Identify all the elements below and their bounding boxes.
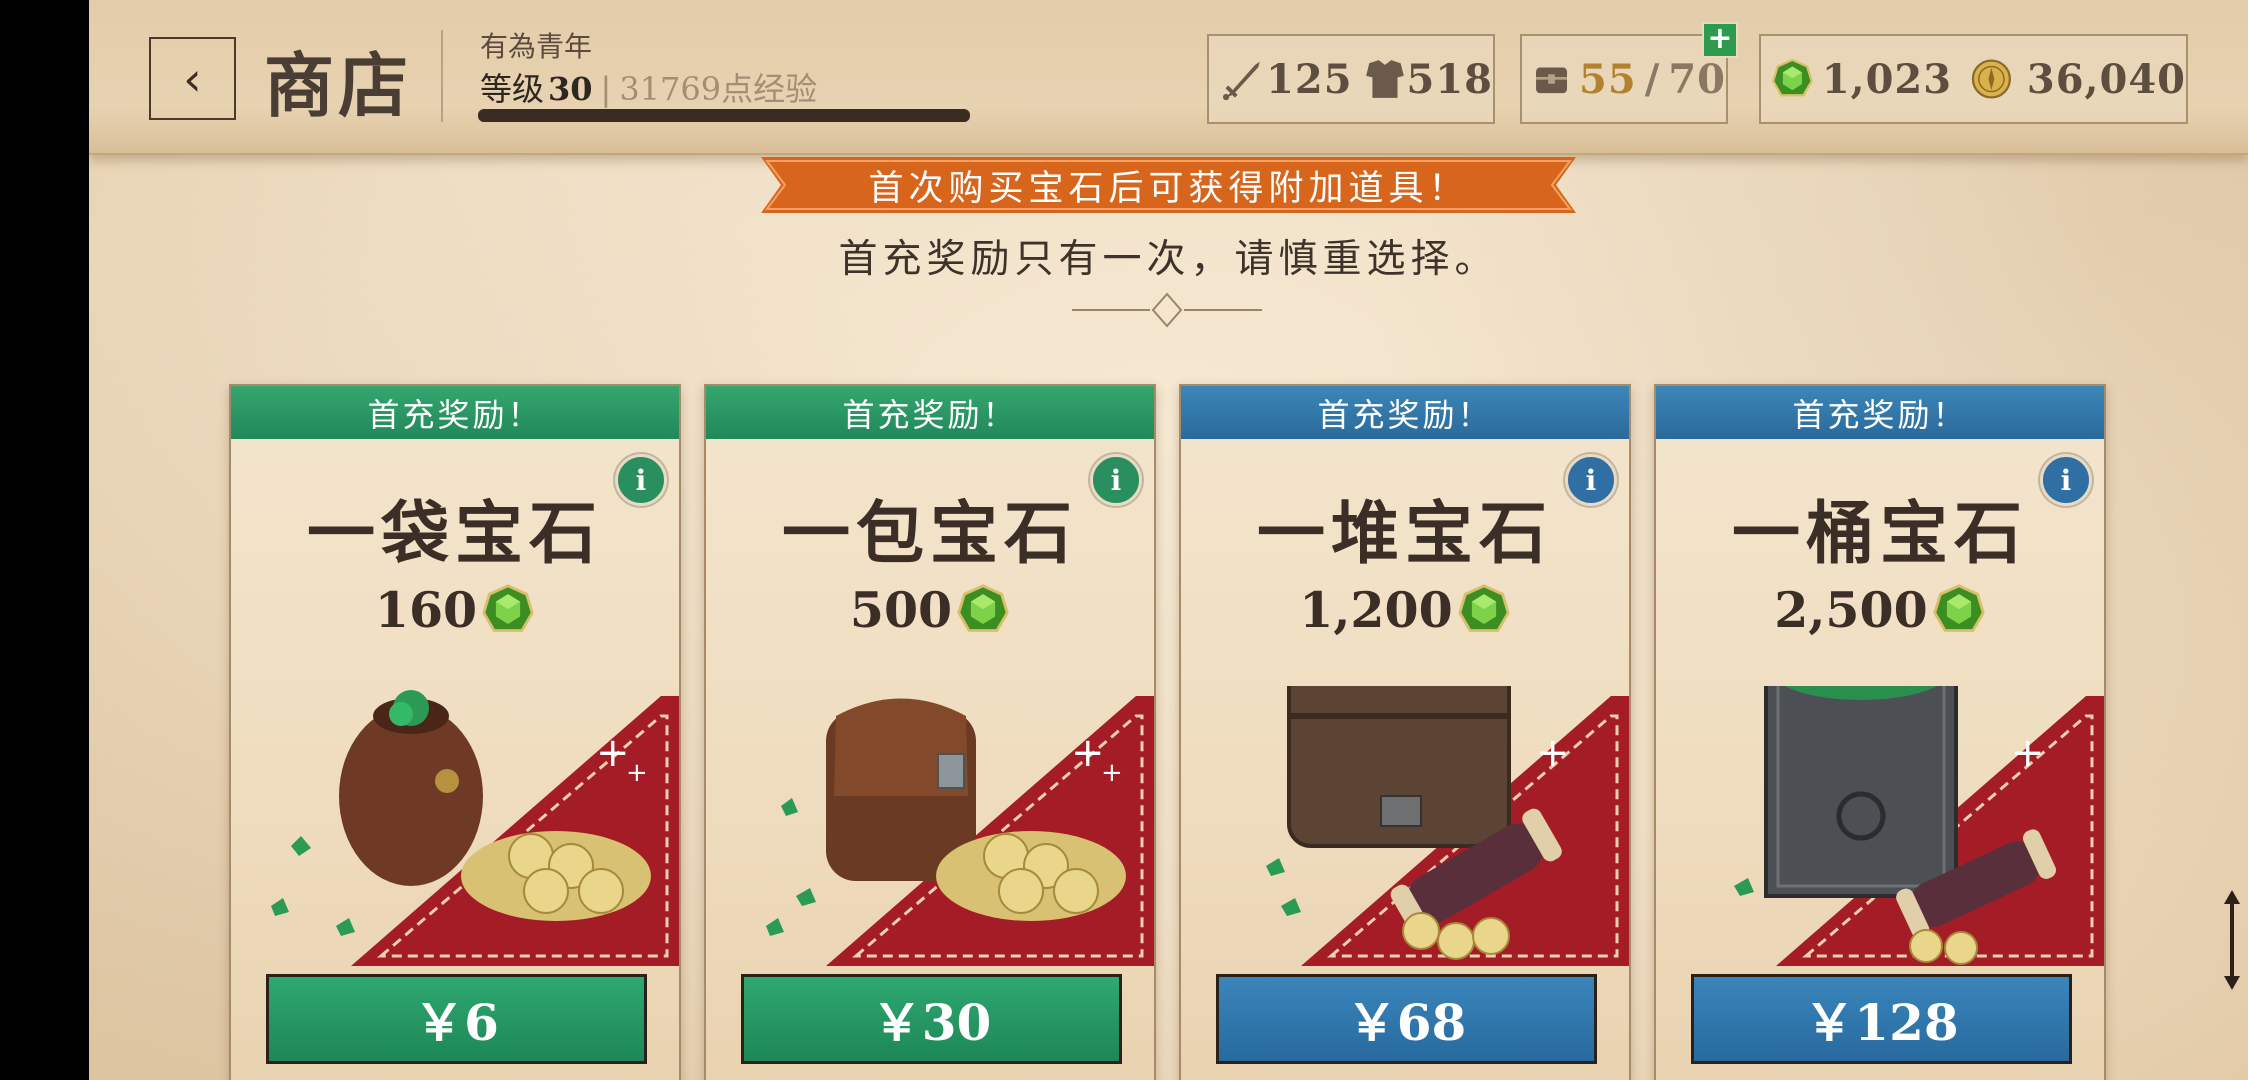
gem-chest-illustration: + [1266,686,1629,966]
svg-text:+: + [2011,730,2045,776]
first-purchase-ribbon: 首充奖励！ [706,386,1154,439]
svg-text:+: + [1101,758,1123,788]
gold-count: 36,040 [2026,55,2186,103]
scroll-handle-icon[interactable] [2222,890,2242,990]
gem-count: 1,023 [1821,55,1953,103]
gem-pouch-illustration: + + [271,690,679,966]
inventory-current: 55 [1579,55,1637,103]
chevron-left-icon: ‹ [183,51,202,106]
offer-name: 一堆宝石 [1256,495,1553,574]
offer-amount: 160 [231,581,679,639]
currency-balance[interactable]: 1,023 36,040 [1759,34,2188,124]
inventory-capacity[interactable]: 55 / 70 [1520,34,1728,124]
inventory-separator: / [1644,55,1661,103]
offer-name: 一袋宝石 [306,495,603,574]
divider-ornament-icon [1072,292,1262,328]
gem-amount: 2,500 [1774,581,1928,639]
sword-icon [1222,61,1260,101]
gem-icon [1458,584,1510,632]
level-label: 等级 [480,70,545,108]
gem-amount: 500 [849,581,953,639]
armor-value: 518 [1406,55,1493,103]
offer-card[interactable]: 首充奖励！ i 一袋宝石 160 + + ￥6 [229,384,681,1080]
offer-amount: 500 [706,581,1154,639]
buy-button[interactable]: ￥68 [1216,974,1597,1064]
experience-bar [478,109,970,122]
offer-card[interactable]: 首充奖励！ i 一包宝石 500 + + ￥30 [704,384,1156,1080]
offer-card[interactable]: 首充奖励！ i 一堆宝石 1,200 + ￥68 [1179,384,1631,1080]
promo-headline: 首次购买宝石后可获得附加道具！ [868,168,1469,209]
offer-name: 一桶宝石 [1731,495,2028,574]
add-inventory-button[interactable]: + [1702,22,1738,58]
promo-banner: 首次购买宝石后可获得附加道具！ [761,157,1576,213]
level-separator: | [600,70,612,108]
offer-name: 一包宝石 [781,495,1078,574]
buy-button[interactable]: ￥6 [266,974,647,1064]
player-title: 有為青年 [480,30,593,63]
level-info: 等级 30 | 31769点经验 [480,64,817,110]
title-divider [441,30,443,122]
first-purchase-ribbon: 首充奖励！ [1181,386,1629,439]
chest-icon [1536,67,1568,94]
experience-text: 31769点经验 [619,70,818,108]
gem-icon [1933,584,1985,632]
page-title: 商店 [264,45,412,127]
inventory-max: 70 [1668,55,1726,103]
gem-crate-illustration: + [1734,686,2104,966]
gem-satchel-illustration: + + [766,696,1154,966]
gem-icon [1772,58,1813,97]
buy-button[interactable]: ￥128 [1691,974,2072,1064]
first-purchase-ribbon: 首充奖励！ [231,386,679,439]
offer-amount: 2,500 [1656,581,2104,639]
top-bar: ‹ 商店 有為青年 等级 30 | 31769点经验 125 518 55 / … [89,0,2248,155]
buy-button[interactable]: ￥30 [741,974,1122,1064]
offer-amount: 1,200 [1181,581,1629,639]
gold-coin-icon [1971,59,2012,99]
offer-card[interactable]: 首充奖励！ i 一桶宝石 2,500 + ￥128 [1654,384,2106,1080]
svg-text:+: + [1071,730,1105,776]
gem-amount: 1,200 [1299,581,1453,639]
promo-note: 首充奖励只有一次，请慎重选择。 [838,237,1499,282]
svg-text:+: + [596,730,630,776]
shop-screen: ‹ 商店 有為青年 等级 30 | 31769点经验 125 518 55 / … [89,0,2248,1080]
attack-value: 125 [1266,55,1353,103]
gem-amount: 160 [374,581,478,639]
svg-text:+: + [626,758,648,788]
gem-icon [957,584,1009,632]
first-purchase-ribbon: 首充奖励！ [1656,386,2104,439]
combat-stats[interactable]: 125 518 [1207,34,1495,124]
armor-icon [1365,60,1404,98]
svg-text:+: + [1536,730,1570,776]
level-value: 30 [548,70,593,108]
experience-bar-fill [478,109,970,122]
gem-icon [482,584,534,632]
back-button[interactable]: ‹ [149,37,236,120]
